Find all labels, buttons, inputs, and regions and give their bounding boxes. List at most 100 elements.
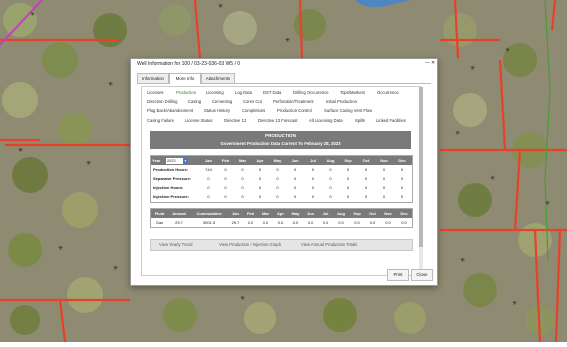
svg-text:✳: ✳ <box>470 65 475 72</box>
view-production-injection-graph-link[interactable]: View Production / Injection Graph <box>219 240 281 250</box>
table-cell: 0.0 <box>307 220 314 225</box>
table-cell: 29.7 <box>175 220 183 225</box>
month-header: May <box>273 158 282 163</box>
table-cell: 0 <box>329 167 332 172</box>
svg-text:✳: ✳ <box>58 245 63 252</box>
view-yearly-trend-link[interactable]: View Yearly Trend <box>159 240 192 250</box>
table-cell: 3001.5 <box>202 220 216 225</box>
section-link-status-history[interactable]: Status History <box>204 108 230 113</box>
svg-text:✳: ✳ <box>460 257 465 264</box>
table-cell: 0.0 <box>292 220 299 225</box>
section-link-initial-production[interactable]: Initial Production <box>326 99 357 104</box>
table-cell: 0 <box>241 167 244 172</box>
fluid-header: Oct <box>369 211 376 216</box>
table-cell: 0 <box>346 176 350 181</box>
close-icon[interactable]: ✕ <box>431 60 435 66</box>
year-select[interactable]: 2023 <box>166 157 183 164</box>
section-link-perforation-treatment[interactable]: Perforation/Treatment <box>273 99 314 104</box>
section-link-direction-drilling[interactable]: Direction Drilling <box>147 99 177 104</box>
month-header: Apr <box>256 158 264 163</box>
fluid-header: Mar <box>261 211 270 216</box>
fluid-header: Jul <box>322 211 329 216</box>
table-cell: 0 <box>311 185 315 190</box>
table-cell: Gas <box>155 220 164 225</box>
section-link-directive-13[interactable]: Directive 13 <box>224 118 246 123</box>
section-link-linked-facilities[interactable]: Linked Facilities <box>376 118 406 123</box>
monthly-production-table: Year 2023 ▾ Jan Feb Mar Apr May Jun Jul … <box>150 155 413 203</box>
section-link-all-licensing-data[interactable]: All Licensing Data <box>309 118 343 123</box>
tab-attachments[interactable]: Attachments <box>201 73 235 83</box>
table-cell: 744 <box>205 167 212 172</box>
table-cell: 0 <box>364 194 368 199</box>
table-cell: 0 <box>224 176 227 181</box>
fluid-header: Feb <box>246 211 255 216</box>
fluid-header: Fluid <box>154 211 165 216</box>
table-cell: 0.0 <box>385 220 391 225</box>
table-cell: 0 <box>241 194 244 199</box>
production-header: PRODUCTION Government Production Data Cu… <box>150 131 411 149</box>
table-cell: 0 <box>293 167 297 172</box>
scrollbar-thumb[interactable] <box>419 87 423 247</box>
close-button[interactable]: Close <box>411 269 433 281</box>
fluid-header: May <box>291 211 300 216</box>
table-cell: 0.0 <box>338 220 344 225</box>
svg-text:✳: ✳ <box>18 147 23 154</box>
section-link-cementing[interactable]: Cementing <box>212 99 232 104</box>
svg-text:✳: ✳ <box>113 265 118 272</box>
table-cell: 0 <box>224 167 227 172</box>
section-link-licensing[interactable]: Licensing <box>206 90 224 95</box>
section-link-plug-back[interactable]: Plug Back/Abandonment <box>147 108 193 113</box>
month-header: Jul <box>310 158 316 163</box>
panel-scrollbar[interactable] <box>419 87 423 273</box>
section-link-production[interactable]: Production <box>176 90 196 95</box>
table-cell: 0 <box>293 194 297 199</box>
section-link-casing-failure[interactable]: Casing Failure <box>147 118 174 123</box>
svg-text:✳: ✳ <box>455 130 460 137</box>
table-cell: 0 <box>382 167 386 172</box>
section-link-drilling-occurrence[interactable]: Drilling Occurrence <box>293 90 329 95</box>
fluid-header: Cummulative <box>196 211 222 216</box>
print-button[interactable]: Print <box>387 269 409 281</box>
fluid-production-table: Fluid Annual Cummulative Jan Feb Mar Apr… <box>150 208 413 228</box>
section-link-directive-13-forecast[interactable]: Directive 13 Forecast <box>258 118 298 123</box>
section-link-casing[interactable]: Casing <box>188 99 201 104</box>
production-subtitle: Government Production Data Current To Fe… <box>220 141 341 146</box>
section-link-log-data[interactable]: Log Data <box>235 90 252 95</box>
fluid-header-row: Fluid Annual Cummulative Jan Feb Mar Apr… <box>151 209 412 218</box>
table-cell: 0 <box>293 176 297 181</box>
table-cell: 29.7 <box>231 220 240 225</box>
table-cell: 0 <box>224 194 227 199</box>
section-link-spills[interactable]: Spills <box>355 118 365 123</box>
section-link-licenses[interactable]: Licenses <box>147 90 164 95</box>
section-link-completions[interactable]: Completions <box>242 108 265 113</box>
section-link-dst-data[interactable]: DST Data <box>263 90 281 95</box>
row-label: Production Hours: <box>153 167 189 172</box>
dialog-title: Well Information for 100 / 03-23-036-03 … <box>137 61 241 67</box>
minimize-icon[interactable]: — <box>425 60 430 66</box>
table-cell: 0 <box>224 185 227 190</box>
fluid-header: Dec <box>400 211 408 216</box>
table-cell: 0.0 <box>277 220 284 225</box>
section-link-cores-cut[interactable]: Cores Cut <box>243 99 262 104</box>
table-row: Injection Pressure: 0 0 0 0 0 0 0 0 0 0 … <box>151 192 412 201</box>
table-header-row: Year 2023 ▾ Jan Feb Mar Apr May Jun Jul … <box>151 156 412 165</box>
fluid-header: Aug <box>337 211 345 216</box>
table-cell: 0 <box>293 185 297 190</box>
table-cell: 0 <box>400 167 404 172</box>
section-link-production-control[interactable]: Production Control <box>277 108 312 113</box>
table-cell: 0.0 <box>262 220 269 225</box>
table-cell: 0 <box>364 167 368 172</box>
section-link-license-status[interactable]: License Status <box>185 118 212 123</box>
table-cell: 0 <box>311 194 315 199</box>
year-dropdown-icon[interactable]: ▾ <box>183 157 188 164</box>
table-cell: 0 <box>311 176 315 181</box>
section-link-surface-casing-vent-flow[interactable]: Surface Casing Vent Flow <box>324 108 372 113</box>
view-annual-production-totals-link[interactable]: View Annual Production Totals <box>301 240 357 250</box>
table-cell: 0 <box>276 167 279 172</box>
tab-information[interactable]: Information <box>137 73 169 83</box>
well-info-dialog: Well Information for 100 / 03-23-036-03 … <box>130 58 438 286</box>
section-link-occurrence[interactable]: Occurrence <box>377 90 399 95</box>
section-link-tops-markers[interactable]: Tops/Markers <box>340 90 365 95</box>
table-cell: 0 <box>207 194 210 199</box>
tab-more-info[interactable]: More Info <box>169 73 201 84</box>
